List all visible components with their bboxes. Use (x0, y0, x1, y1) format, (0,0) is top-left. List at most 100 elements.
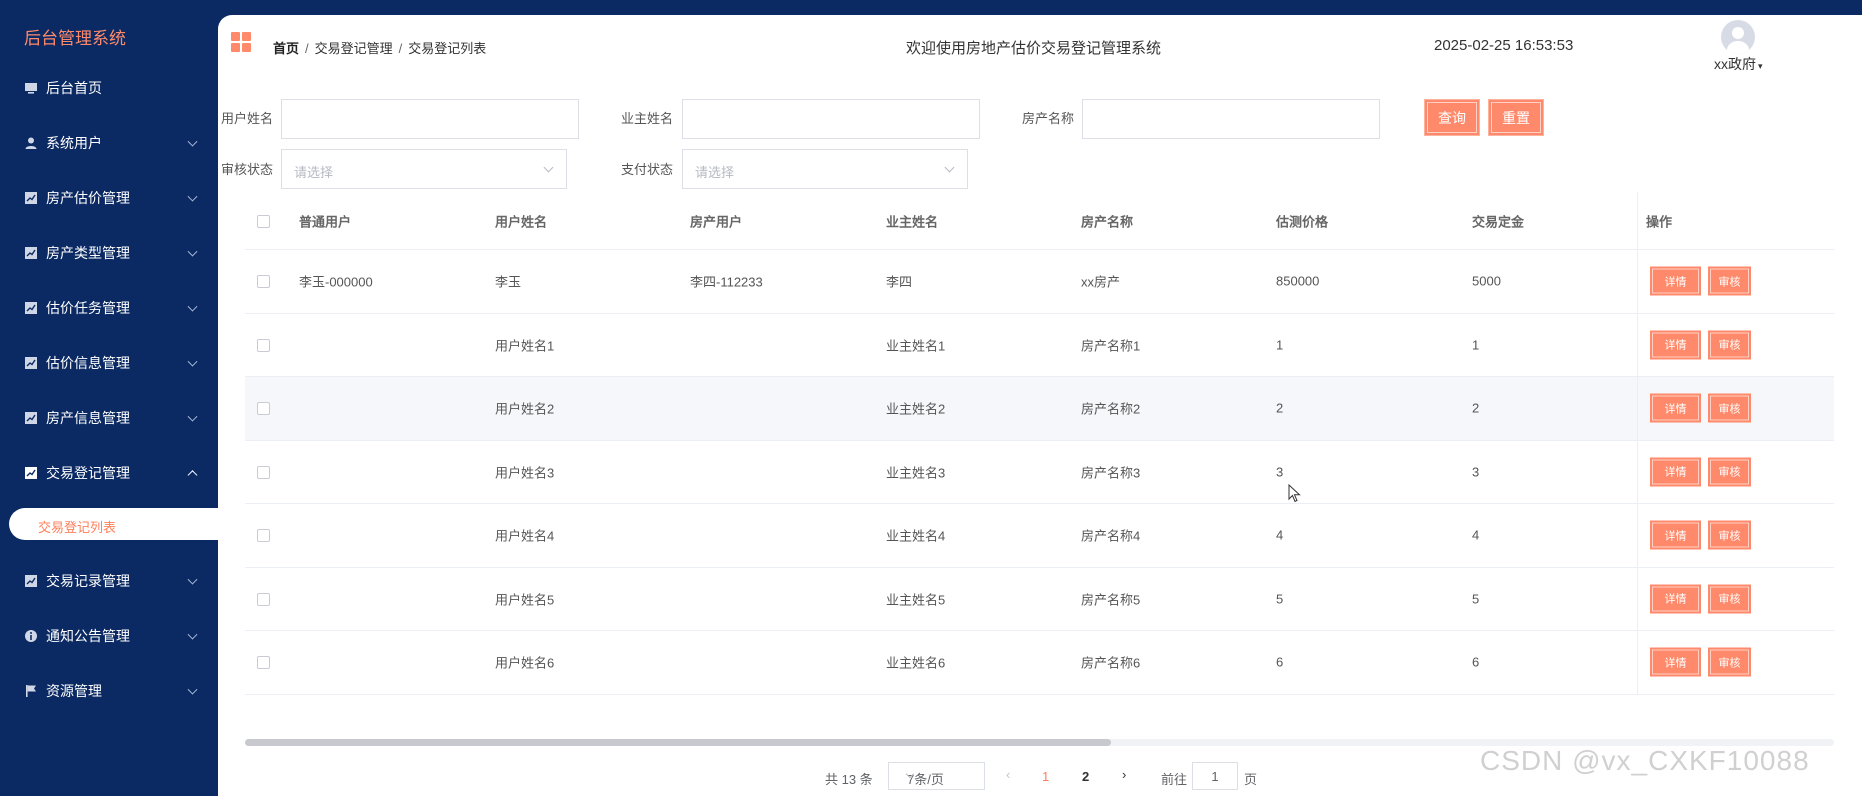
avatar[interactable] (1721, 20, 1755, 54)
menu-grid-icon[interactable] (231, 32, 251, 52)
row-checkbox[interactable] (257, 338, 270, 352)
table-header: 普通用户 用户姓名 房产用户 业主姓名 房产名称 估测价格 交易定金 操作 (245, 192, 1834, 250)
pay-status-select[interactable]: 请选择 (682, 149, 968, 189)
scrollbar-thumb[interactable] (245, 739, 1111, 746)
table-cell: 用户姓名1 (495, 338, 555, 354)
audit-status-select[interactable]: 请选择 (281, 149, 567, 189)
detail-button[interactable]: 详情 (1650, 584, 1701, 614)
monitor-icon (24, 81, 38, 95)
reset-button[interactable]: 重置 (1488, 99, 1544, 136)
table-row: 用户姓名5 业主姓名5 房产名称5 5 5 详情 审核 (245, 567, 1834, 631)
page-size-select[interactable]: 7条/页 (888, 762, 985, 790)
detail-button[interactable]: 详情 (1650, 457, 1701, 487)
audit-button[interactable]: 审核 (1708, 520, 1751, 550)
sidebar-item-transaction-registration[interactable]: 交易登记管理 (0, 445, 218, 500)
audit-button[interactable]: 审核 (1708, 584, 1751, 614)
row-checkbox[interactable] (257, 465, 270, 479)
detail-button[interactable]: 详情 (1650, 266, 1701, 296)
user-dropdown[interactable]: xx政府 ▾ (1714, 54, 1763, 74)
table-row: 李玉-000000 李玉 李四-112233 李四 xx房产 850000 50… (245, 250, 1834, 314)
sidebar-item-valuation-tasks[interactable]: 估价任务管理 (0, 280, 218, 335)
table-cell: 1 (1276, 337, 1284, 353)
owner-name-input[interactable] (682, 99, 980, 139)
user-icon (24, 136, 38, 150)
chevron-down-icon (187, 246, 198, 257)
row-checkbox[interactable] (257, 529, 270, 543)
current-datetime: 2025-02-25 16:53:53 (1434, 37, 1574, 54)
chevron-down-icon (944, 162, 955, 173)
sidebar-item-label: 系统用户 (46, 134, 102, 151)
prev-page-icon[interactable]: ‹ (1006, 767, 1010, 782)
property-name-input[interactable] (1082, 99, 1380, 139)
column-header: 普通用户 (299, 214, 352, 229)
page-number-1[interactable]: 1 (1042, 769, 1049, 784)
flag-icon (24, 684, 38, 698)
audit-button[interactable]: 审核 (1708, 647, 1751, 677)
breadcrumb-home[interactable]: 首页 (273, 41, 299, 56)
column-header: 业主姓名 (886, 214, 939, 229)
sidebar-subitem-transaction-list[interactable]: 交易登记列表 (9, 508, 218, 540)
audit-button[interactable]: 审核 (1708, 457, 1751, 487)
row-checkbox[interactable] (257, 656, 270, 670)
page-number-2[interactable]: 2 (1082, 769, 1089, 784)
query-button[interactable]: 查询 (1424, 99, 1480, 136)
sidebar-item-transaction-records[interactable]: 交易记录管理 (0, 553, 218, 608)
table-cell: 李玉-000000 (299, 274, 373, 290)
sidebar-item-property-types[interactable]: 房产类型管理 (0, 225, 218, 280)
sidebar-item-label: 房产信息管理 (46, 409, 130, 426)
table-cell: 房产名称4 (1081, 528, 1141, 544)
detail-button[interactable]: 详情 (1650, 393, 1701, 423)
select-all-checkbox[interactable] (257, 214, 270, 228)
owner-name-label: 业主姓名 (620, 111, 673, 126)
table-cell: 李四 (886, 274, 913, 290)
sidebar-item-valuation[interactable]: 房产估价管理 (0, 170, 218, 225)
table-cell: 用户姓名6 (495, 655, 555, 671)
detail-button[interactable]: 详情 (1650, 520, 1701, 550)
row-checkbox[interactable] (257, 275, 270, 289)
next-page-icon[interactable]: › (1122, 767, 1126, 782)
detail-button[interactable]: 详情 (1650, 330, 1701, 360)
sidebar-item-home[interactable]: 后台首页 (0, 60, 218, 115)
column-header: 房产名称 (1081, 214, 1134, 229)
caret-down-icon: ▾ (1758, 61, 1763, 71)
sidebar-item-notices[interactable]: 通知公告管理 (0, 608, 218, 663)
sidebar-item-label: 房产估价管理 (46, 189, 130, 206)
table-cell: 5000 (1472, 273, 1501, 289)
top-header: 首页 / 交易登记管理 / 交易登记列表 欢迎使用房地产估价交易登记管理系统 2025-… (218, 15, 1862, 75)
breadcrumb-current: 交易登记列表 (408, 41, 487, 56)
audit-button[interactable]: 审核 (1708, 330, 1751, 360)
table-cell: 3 (1472, 464, 1480, 480)
table-cell: 业主姓名6 (886, 655, 946, 671)
chevron-up-icon (187, 469, 198, 480)
sidebar-item-valuation-info[interactable]: 估价信息管理 (0, 335, 218, 390)
row-checkbox[interactable] (257, 402, 270, 416)
sidebar-item-label: 估价信息管理 (46, 354, 130, 371)
table-cell: 业主姓名4 (886, 528, 946, 544)
transaction-table: 普通用户 用户姓名 房产用户 业主姓名 房产名称 估测价格 交易定金 操作 李玉… (245, 192, 1834, 695)
sidebar-item-label: 估价任务管理 (46, 299, 130, 316)
chart-icon (24, 191, 38, 205)
audit-button[interactable]: 审核 (1708, 393, 1751, 423)
audit-button[interactable]: 审核 (1708, 266, 1751, 296)
table-cell: xx房产 (1081, 274, 1121, 290)
sidebar-item-resources[interactable]: 资源管理 (0, 663, 218, 718)
detail-button[interactable]: 详情 (1650, 647, 1701, 677)
chart-icon (24, 301, 38, 315)
chart-icon (24, 574, 38, 588)
sidebar-menu: 后台首页 系统用户 房产估价管理 房产类型管理 估价任务管理 估价信息管理 房产… (0, 60, 218, 500)
chevron-down-icon (187, 301, 198, 312)
goto-page-input[interactable] (1192, 762, 1238, 790)
breadcrumb-item[interactable]: 交易登记管理 (315, 41, 393, 56)
user-name-input[interactable] (281, 99, 579, 139)
property-name-label: 房产名称 (1021, 111, 1074, 126)
table-cell: 业主姓名5 (886, 592, 946, 608)
table-cell: 5 (1276, 591, 1284, 607)
sidebar-item-system-users[interactable]: 系统用户 (0, 115, 218, 170)
table-cell: 2 (1276, 400, 1284, 416)
row-checkbox[interactable] (257, 592, 270, 606)
sidebar-item-label: 后台首页 (46, 79, 102, 96)
column-header: 估测价格 (1276, 214, 1329, 229)
sidebar-item-property-info[interactable]: 房产信息管理 (0, 390, 218, 445)
table-cell: 业主姓名1 (886, 338, 946, 354)
sidebar-item-label: 房产类型管理 (46, 244, 130, 261)
